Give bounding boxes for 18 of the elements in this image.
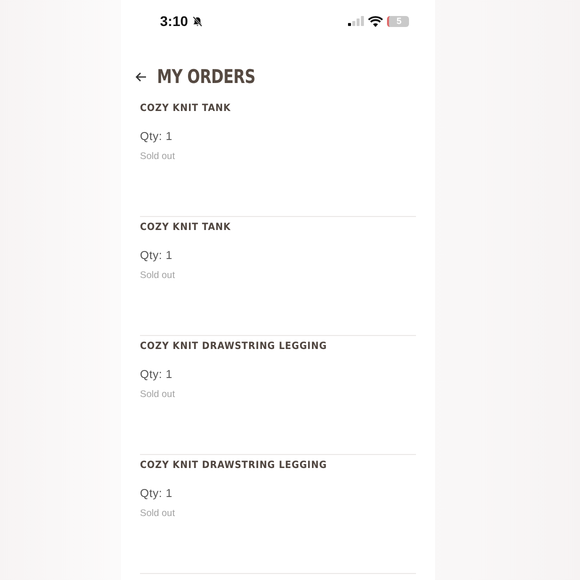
stock-status: Sold out [140,270,176,281]
wifi-icon [368,16,383,26]
product-name: COZY KNIT DRAWSTRING LEGGING [140,460,328,471]
stock-status: Sold out [140,508,176,519]
product-name: COZY KNIT TANK [140,222,232,233]
product-name: COZY KNIT TANK [140,103,232,114]
quantity-text: Qty: 1 [140,131,174,143]
muted-bell-icon [192,16,204,26]
product-name: COZY KNIT DRAWSTRING LEGGING [140,341,328,352]
quantity-text: Qty: 1 [140,250,174,262]
status-time: 3:10 [160,13,188,29]
back-button[interactable] [135,71,147,83]
stock-status: Sold out [140,151,176,162]
page-title: MY ORDERS [157,66,256,88]
quantity-text: Qty: 1 [140,488,174,500]
signal-icon [348,16,364,26]
stock-status: Sold out [140,389,176,400]
quantity-text: Qty: 1 [140,369,174,381]
